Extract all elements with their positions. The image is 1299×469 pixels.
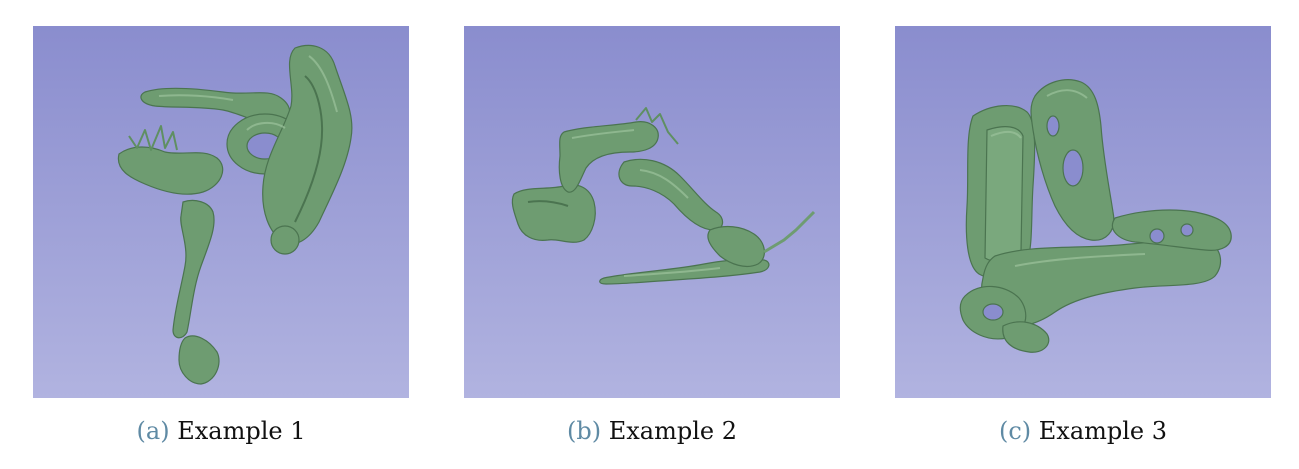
mesh-render-3 xyxy=(895,26,1271,398)
caption-text: Example 2 xyxy=(608,417,737,445)
caption-text: Example 3 xyxy=(1038,417,1168,445)
mesh-render-1 xyxy=(33,26,409,398)
caption-example-3: (c) Example 3 xyxy=(895,414,1271,448)
mesh-render-2 xyxy=(464,26,840,398)
render-example-1 xyxy=(33,26,409,398)
subfigure-label: (b) xyxy=(567,417,602,445)
render-example-2 xyxy=(464,26,840,398)
figure: (a) Example 1 (b) Example 2 (c) Example … xyxy=(0,0,1299,469)
subfigure-label: (a) xyxy=(136,417,170,445)
subfigure-label: (c) xyxy=(998,417,1032,445)
caption-example-1: (a) Example 1 xyxy=(33,414,409,448)
render-example-3 xyxy=(895,26,1271,398)
caption-text: Example 1 xyxy=(177,417,306,445)
caption-example-2: (b) Example 2 xyxy=(464,414,840,448)
